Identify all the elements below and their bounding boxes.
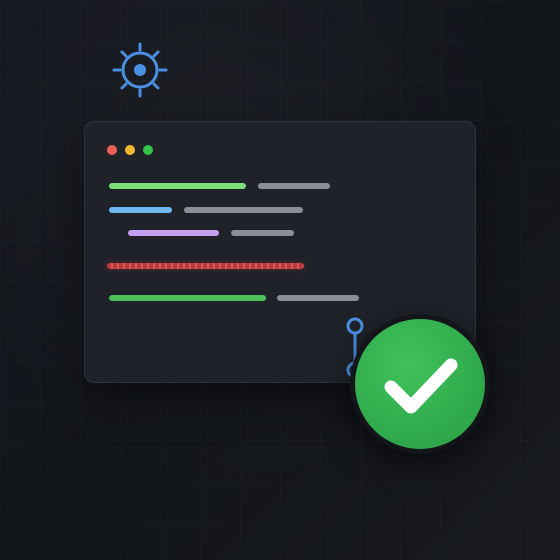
code-line-2-token: [109, 207, 172, 213]
success-badge: [350, 314, 490, 454]
code-line-3-token: [128, 230, 219, 236]
code-line-1-text: [258, 183, 330, 189]
code-line-2-text: [184, 207, 303, 213]
window-controls: [107, 145, 153, 155]
minimize-dot: [125, 145, 135, 155]
checkmark-icon: [384, 358, 458, 414]
maximize-dot: [143, 145, 153, 155]
gear-icon: [112, 42, 168, 98]
code-line-3-text: [231, 230, 294, 236]
illustration-canvas: [0, 0, 560, 560]
code-line-4-text: [277, 295, 359, 301]
success-badge-fill: [355, 319, 485, 449]
close-dot: [107, 145, 117, 155]
code-line-4-token: [109, 295, 266, 301]
error-underline: [107, 263, 304, 269]
code-line-1-token: [109, 183, 246, 189]
